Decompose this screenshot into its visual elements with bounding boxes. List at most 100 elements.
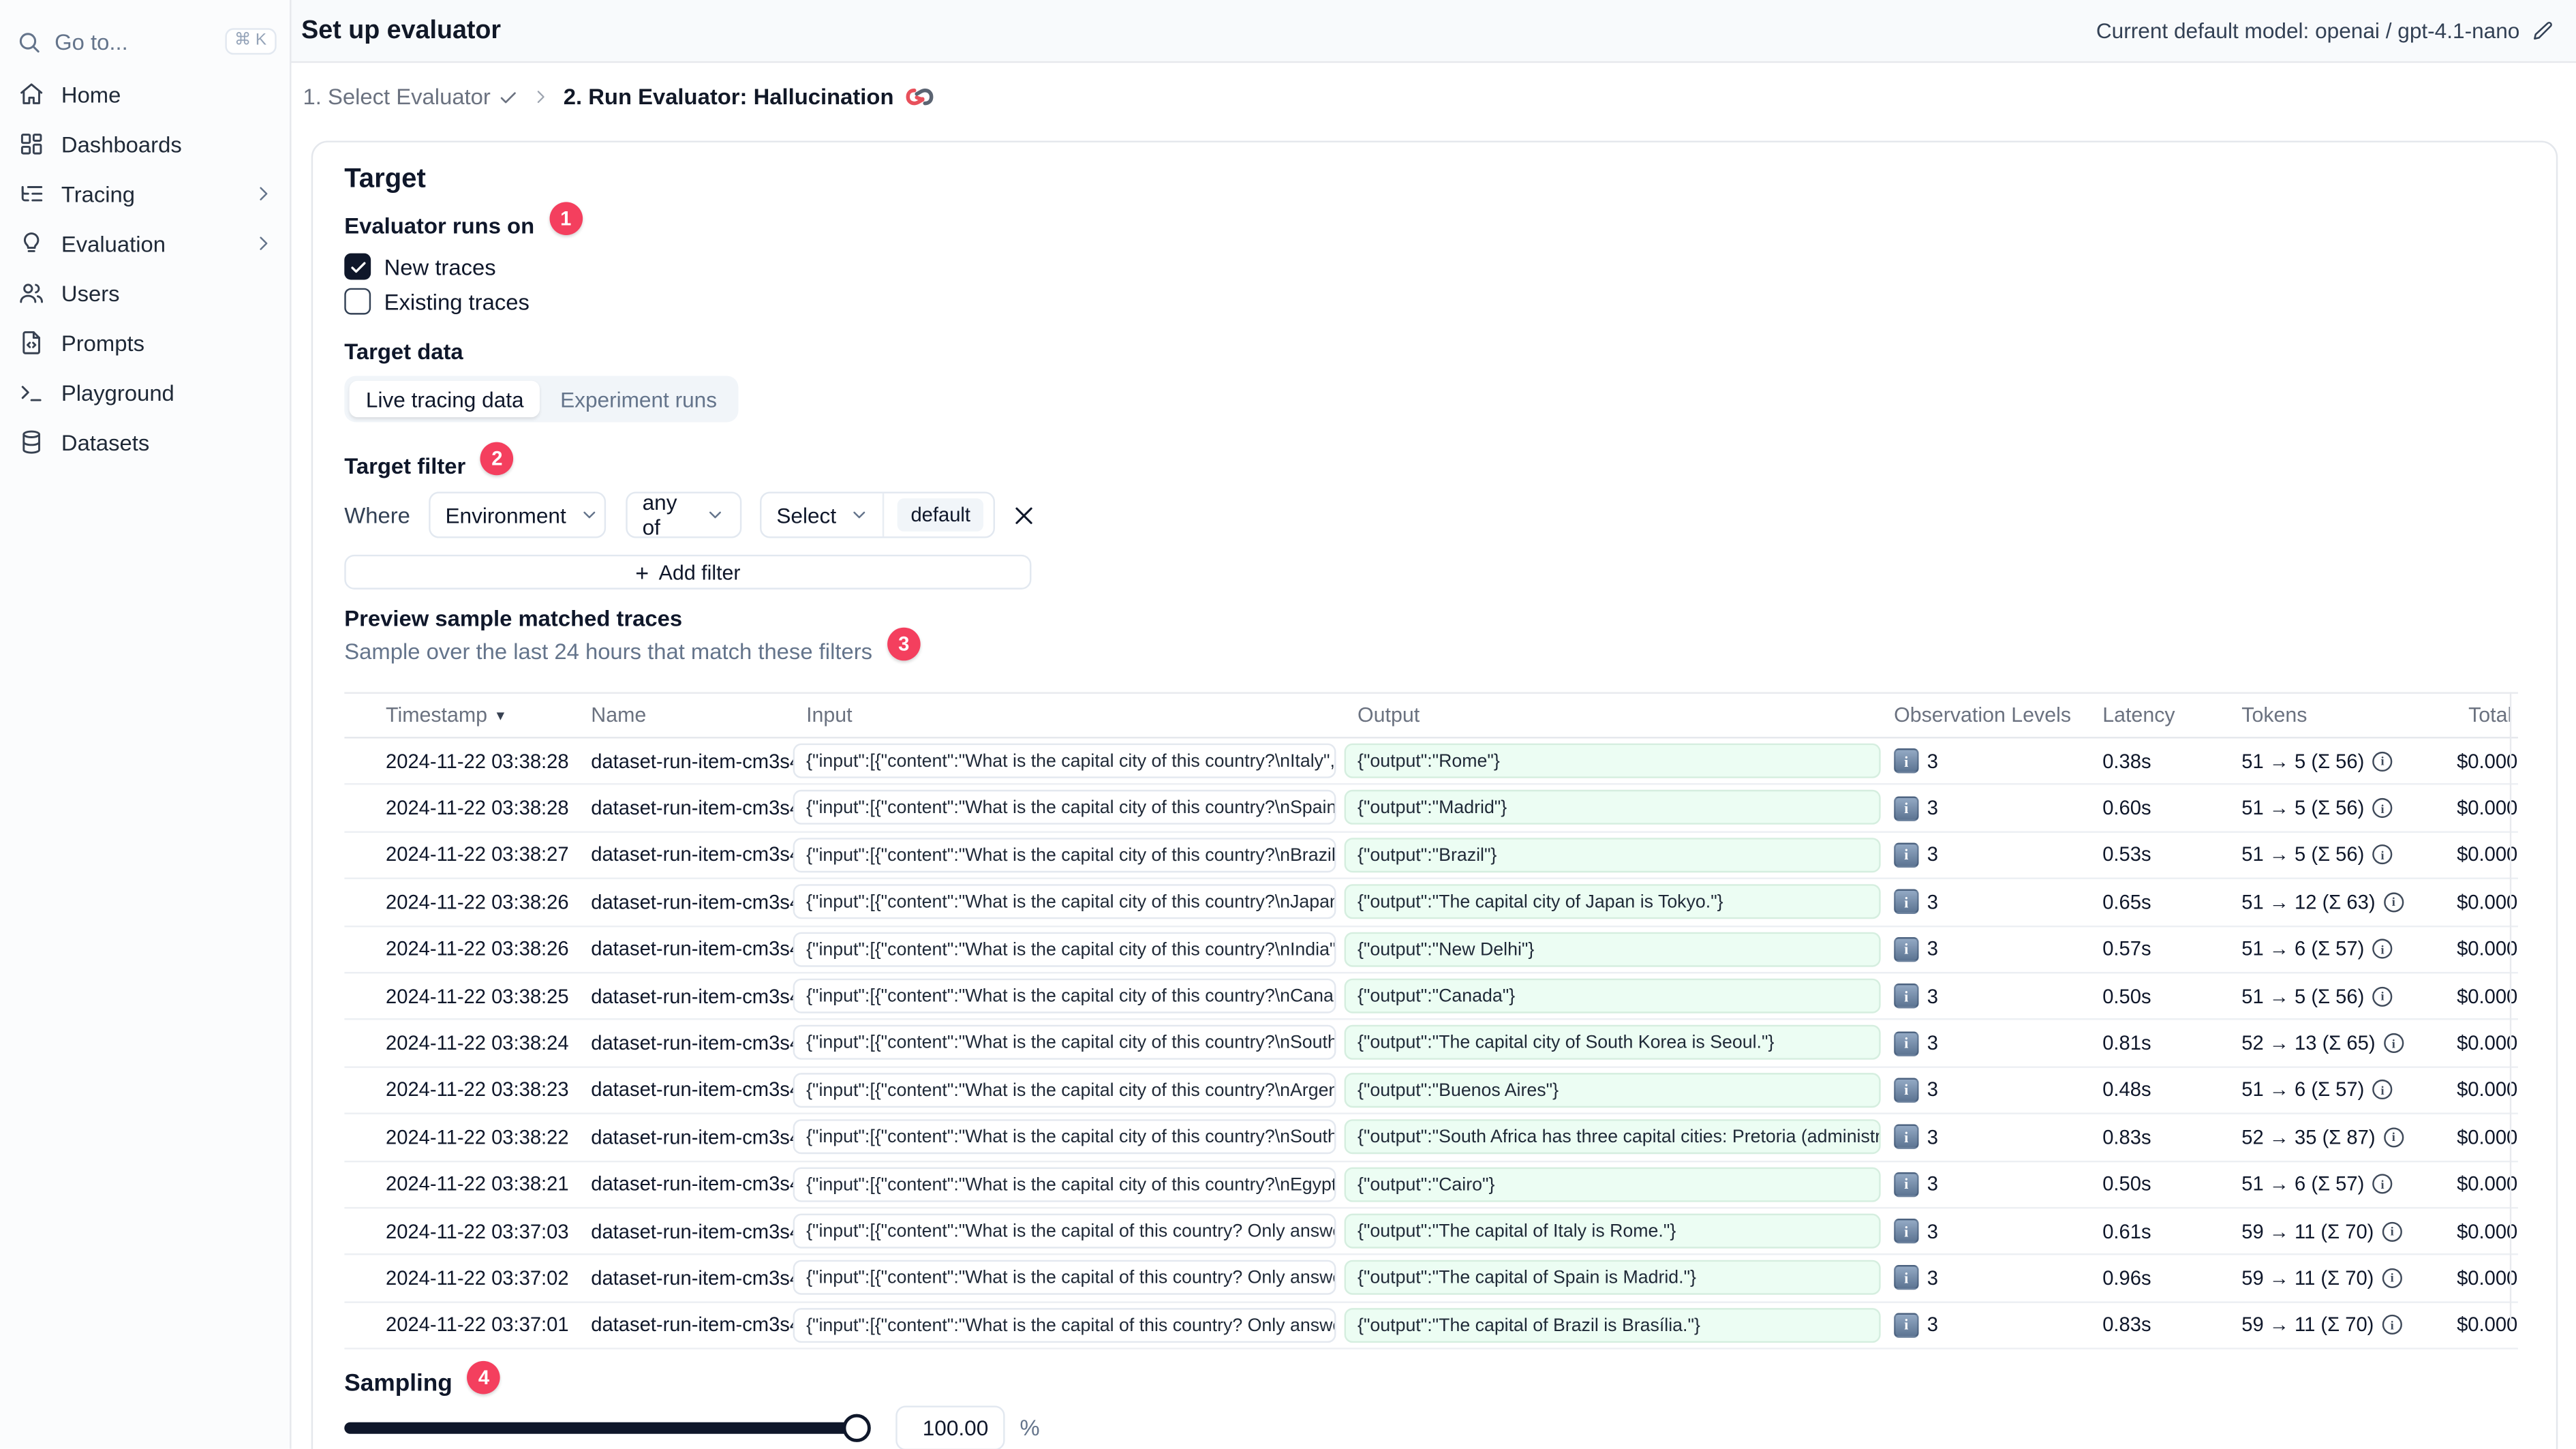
sampling-value-input[interactable]: 100.00 [895,1405,1005,1449]
sidebar-item-datasets[interactable]: Datasets [0,417,290,467]
info-icon[interactable]: i [2372,751,2393,772]
cell-observation-levels: i 3 [1894,973,1938,1019]
observation-level-icon: i [1894,1078,1919,1103]
remove-filter-button[interactable] [1011,502,1036,527]
col-observation-levels[interactable]: Observation Levels [1894,694,2071,737]
table-row[interactable]: 2024-11-22 03:37:03 dataset-run-item-cm3… [344,1208,2518,1256]
table-row[interactable]: 2024-11-22 03:38:24 dataset-run-item-cm3… [344,1020,2518,1068]
output-preview: {"output":"The capital of Spain is Madri… [1344,1260,1881,1296]
existing-traces-option[interactable]: Existing traces [344,288,530,315]
cell-observation-levels: i 3 [1894,1114,1938,1160]
cell-tokens: 51 → 5 (Σ 56) i [2241,785,2393,831]
cell-observation-levels: i 3 [1894,1302,1938,1348]
filter-operator-select[interactable]: any of [626,490,742,540]
cell-latency: 0.96s [2102,1266,2151,1290]
cell-total-cost: $0.000016 [2457,1031,2518,1055]
go-to-search[interactable]: Go to... ⌘ K [16,20,277,63]
info-icon[interactable]: i [2382,1315,2402,1335]
breadcrumb-step-1[interactable]: 1. Select Evaluator [303,85,519,109]
dashboards-icon [18,131,45,157]
table-row[interactable]: 2024-11-22 03:38:25 dataset-run-item-cm3… [344,973,2518,1021]
chevron-down-icon [705,505,725,525]
sidebar-item-prompts[interactable]: Prompts [0,318,290,367]
sidebar-item-playground[interactable]: Playground [0,367,290,417]
cell-name: dataset-run-item-cm3s4 [591,1078,801,1102]
cell-tokens: 59 → 11 (Σ 70) i [2241,1302,2402,1348]
database-icon [18,429,45,455]
observation-level-icon: i [1894,1219,1919,1244]
cell-timestamp: 2024-11-22 03:37:01 [386,1313,569,1337]
default-model-label: Current default model: openai / gpt-4.1-… [2096,18,2520,44]
table-row[interactable]: 2024-11-22 03:38:28 dataset-run-item-cm3… [344,738,2518,786]
filter-column-select[interactable]: Environment [429,491,607,538]
table-row[interactable]: 2024-11-22 03:38:26 dataset-run-item-cm3… [344,926,2518,974]
checkbox-checked-icon[interactable] [344,253,371,280]
new-traces-option[interactable]: New traces [344,253,496,280]
go-to-label: Go to... [55,29,128,54]
table-row[interactable]: 2024-11-22 03:37:02 dataset-run-item-cm3… [344,1255,2518,1303]
app-window: Go to... ⌘ K Home Dashboards Tracing Eva… [0,0,2576,1449]
cell-latency: 0.48s [2102,1078,2151,1102]
checkbox-unchecked-icon[interactable] [344,288,371,315]
traces-table: Timestamp ▼ Name Input Output Observatio… [344,692,2518,1350]
filter-value-select[interactable]: Select default [760,491,996,538]
target-heading: Target [344,164,426,194]
info-icon[interactable]: i [2372,1174,2393,1195]
sidebar-item-label: Evaluation [61,230,166,256]
input-preview: {"input":[{"content":"What is the capita… [793,743,1336,778]
info-icon[interactable]: i [2372,986,2393,1007]
percent-label: % [1019,1416,1040,1441]
table-row[interactable]: 2024-11-22 03:38:28 dataset-run-item-cm3… [344,785,2518,833]
observation-level-icon: i [1894,983,1919,1009]
info-icon[interactable]: i [2383,892,2404,913]
default-model: Current default model: openai / gpt-4.1-… [2096,18,2576,43]
info-icon[interactable]: i [2372,845,2393,866]
sidebar-item-dashboards[interactable]: Dashboards [0,119,290,169]
observation-level-icon: i [1894,889,1919,915]
cell-timestamp: 2024-11-22 03:38:24 [386,1031,569,1055]
table-row[interactable]: 2024-11-22 03:37:01 dataset-run-item-cm3… [344,1302,2518,1350]
info-icon[interactable]: i [2383,1033,2404,1054]
cell-observation-levels: i 3 [1894,1255,1938,1301]
edit-pencil-icon[interactable] [2531,19,2554,42]
tab-live-tracing-data[interactable]: Live tracing data [349,380,540,418]
sidebar-item-tracing[interactable]: Tracing [0,169,290,219]
output-preview: {"output":"South Africa has three capita… [1344,1119,1881,1155]
sampling-slider[interactable] [344,1421,858,1433]
info-icon[interactable]: i [2382,1221,2402,1241]
sidebar-item-home[interactable]: Home [0,70,290,119]
observation-level-icon: i [1894,795,1919,821]
sidebar-item-evaluation[interactable]: Evaluation [0,219,290,269]
col-output[interactable]: Output [1358,694,1420,737]
col-tokens[interactable]: Tokens [2241,694,2307,737]
preview-title: Preview sample matched traces [344,606,683,631]
sampling-slider-thumb[interactable] [842,1413,871,1442]
info-icon[interactable]: i [2372,798,2393,819]
breadcrumb-step-2: 2. Run Evaluator: Hallucination [564,85,934,109]
cell-latency: 0.60s [2102,796,2151,820]
table-row[interactable]: 2024-11-22 03:38:27 dataset-run-item-cm3… [344,832,2518,880]
tab-experiment-runs[interactable]: Experiment runs [544,381,734,417]
cell-name: dataset-run-item-cm3s4 [591,1125,801,1149]
input-preview: {"input":[{"content":"What is the capita… [793,1072,1336,1108]
col-latency[interactable]: Latency [2102,694,2175,737]
col-input[interactable]: Input [806,694,853,737]
info-icon[interactable]: i [2372,939,2393,960]
observation-level-icon: i [1894,1172,1919,1197]
col-timestamp[interactable]: Timestamp ▼ [386,694,507,737]
info-icon[interactable]: i [2383,1127,2404,1148]
search-icon [16,29,41,54]
sidebar-item-users[interactable]: Users [0,269,290,318]
table-row[interactable]: 2024-11-22 03:38:23 dataset-run-item-cm3… [344,1067,2518,1115]
table-row[interactable]: 2024-11-22 03:38:21 dataset-run-item-cm3… [344,1161,2518,1209]
cell-total-cost: $0.000011 ( [2457,843,2518,867]
file-icon [18,329,45,356]
add-filter-button[interactable]: + Add filter [344,554,1032,590]
info-icon[interactable]: i [2372,1080,2393,1101]
table-scrollbar[interactable] [2509,692,2512,1325]
cell-tokens: 51 → 12 (Σ 63) i [2241,879,2404,925]
table-row[interactable]: 2024-11-22 03:38:26 dataset-run-item-cm3… [344,879,2518,927]
table-row[interactable]: 2024-11-22 03:38:22 dataset-run-item-cm3… [344,1114,2518,1162]
col-name[interactable]: Name [591,694,646,737]
info-icon[interactable]: i [2382,1268,2402,1288]
